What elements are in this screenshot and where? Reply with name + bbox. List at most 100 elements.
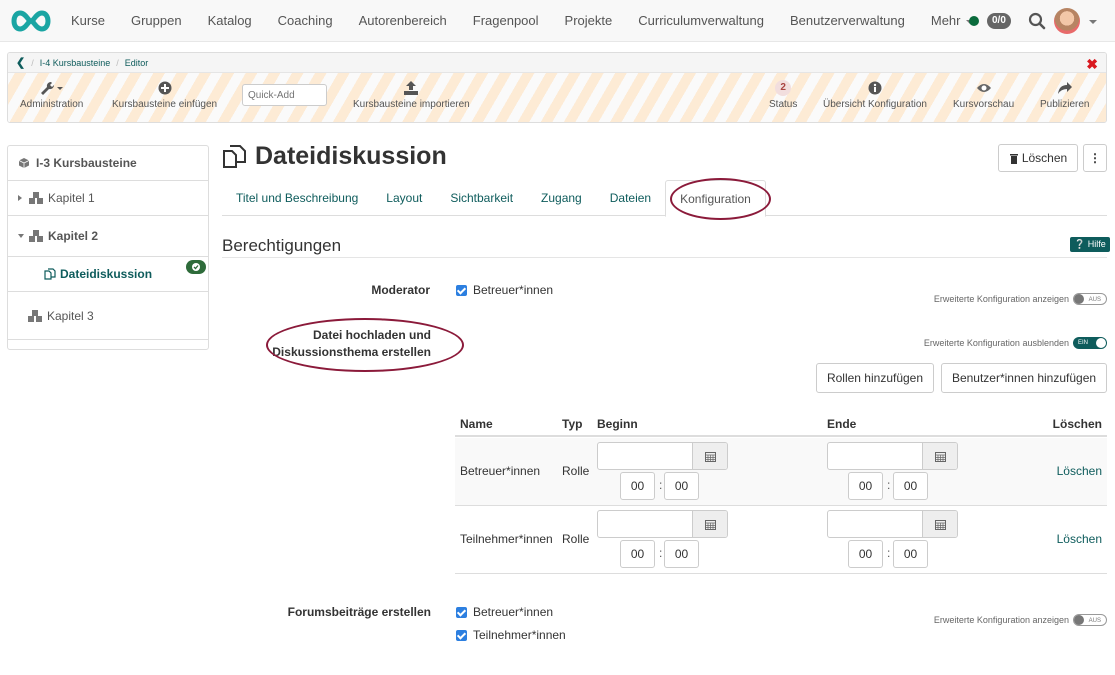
end-minute-input[interactable]: 00 — [893, 472, 928, 500]
avatar[interactable] — [1054, 8, 1080, 34]
upload-label: Datei hochladen und Diskussionsthema ers… — [270, 327, 431, 361]
calendar-icon[interactable] — [922, 511, 957, 537]
caret-down-icon[interactable] — [18, 234, 24, 238]
chat-counter-badge[interactable]: 0/0 — [987, 13, 1011, 29]
tree-root[interactable]: I-3 Kursbausteine — [8, 146, 208, 181]
import-course-elements-button[interactable]: Kursbausteine importieren — [353, 79, 470, 110]
end-date-input[interactable] — [827, 510, 958, 538]
chevron-down-icon[interactable] — [1089, 20, 1097, 24]
end-hour-input[interactable]: 00 — [848, 540, 883, 568]
checkbox-checked[interactable] — [456, 629, 467, 641]
share-arrow-icon — [1057, 82, 1072, 94]
nav-katalog[interactable]: Katalog — [195, 0, 265, 42]
begin-hour-input[interactable]: 00 — [620, 472, 655, 500]
nav-benutzerverwaltung[interactable]: Benutzerverwaltung — [777, 0, 918, 42]
wrench-icon — [40, 81, 63, 95]
tree-item-dateidiskussion[interactable]: Dateidiskussion — [8, 257, 208, 292]
status-label: Status — [769, 99, 798, 110]
breadcrumb-course[interactable]: I-4 Kursbausteine — [40, 58, 111, 68]
online-status-icon[interactable] — [969, 16, 979, 26]
file-discussion-icon — [223, 145, 246, 168]
nav-curriculumverwaltung[interactable]: Curriculumverwaltung — [625, 0, 777, 42]
nav-gruppen[interactable]: Gruppen — [118, 0, 195, 42]
cubes-icon — [28, 309, 42, 322]
close-icon[interactable]: ✖ — [1086, 56, 1098, 73]
toggle-switch-on[interactable]: EIN — [1073, 337, 1107, 349]
time-separator: : — [659, 546, 663, 560]
overview-label: Übersicht Konfiguration — [823, 99, 927, 110]
nav-coaching[interactable]: Coaching — [265, 0, 346, 42]
more-actions-button[interactable]: ⋮ — [1083, 144, 1107, 172]
file-discussion-icon — [44, 268, 56, 280]
toggle-switch-off[interactable]: AUS — [1073, 293, 1107, 305]
time-separator: : — [887, 478, 891, 492]
checkbox-label: Betreuer*innen — [473, 283, 554, 297]
advanced-config-toggle-1[interactable]: Erweiterte Konfiguration anzeigen AUS — [934, 293, 1107, 305]
eye-icon — [976, 84, 991, 92]
header-type: Typ — [562, 417, 583, 431]
breadcrumb-separator: / — [116, 57, 119, 68]
tab-konfiguration[interactable]: Konfiguration — [665, 180, 766, 217]
begin-date-input[interactable] — [597, 442, 728, 470]
calendar-icon[interactable] — [692, 443, 727, 469]
checkbox-checked[interactable] — [456, 606, 467, 618]
delete-label: Löschen — [1021, 151, 1068, 165]
tree-item-kapitel-1[interactable]: Kapitel 1 — [8, 181, 208, 216]
overview-configuration-button[interactable]: Übersicht Konfiguration — [823, 79, 927, 110]
delete-button[interactable]: Löschen — [998, 144, 1078, 172]
quick-add-input[interactable] — [242, 84, 327, 106]
status-button[interactable]: 2 Status — [769, 79, 797, 110]
tab-layout[interactable]: Layout — [372, 180, 436, 215]
tree-item-kapitel-3[interactable]: Kapitel 3 — [8, 292, 208, 340]
forum-checkbox-betreuer[interactable]: Betreuer*innen — [456, 605, 553, 619]
toggle-label: Erweiterte Konfiguration ausblenden — [923, 338, 1069, 348]
nav-kurse[interactable]: Kurse — [58, 0, 118, 42]
import-label: Kursbausteine importieren — [353, 99, 470, 110]
delete-row-link[interactable]: Löschen — [1057, 532, 1102, 546]
begin-hour-input[interactable]: 00 — [620, 540, 655, 568]
publish-button[interactable]: Publizieren — [1040, 79, 1089, 110]
tab-titel-beschreibung[interactable]: Titel und Beschreibung — [222, 180, 372, 215]
end-minute-input[interactable]: 00 — [893, 540, 928, 568]
check-circle-badge-icon — [186, 260, 206, 274]
nav-projekte[interactable]: Projekte — [552, 0, 626, 42]
toggle-switch-off[interactable]: AUS — [1073, 614, 1107, 626]
begin-date-input[interactable] — [597, 510, 728, 538]
nav-autorenbereich[interactable]: Autorenbereich — [346, 0, 460, 42]
tab-sichtbarkeit[interactable]: Sichtbarkeit — [436, 180, 527, 215]
calendar-icon[interactable] — [692, 511, 727, 537]
caret-right-icon[interactable] — [18, 195, 22, 201]
tab-zugang[interactable]: Zugang — [527, 180, 596, 215]
moderator-checkbox-betreuer[interactable]: Betreuer*innen — [456, 283, 553, 297]
begin-minute-input[interactable]: 00 — [664, 472, 699, 500]
end-date-input[interactable] — [827, 442, 958, 470]
nav-fragenpool[interactable]: Fragenpool — [460, 0, 552, 42]
logo-icon[interactable] — [8, 9, 54, 33]
forum-checkbox-teilnehmer[interactable]: Teilnehmer*innen — [456, 628, 566, 642]
help-button[interactable]: ❔ Hilfe — [1070, 237, 1110, 252]
add-users-button[interactable]: Benutzer*innen hinzufügen — [941, 363, 1107, 393]
cube-icon — [18, 158, 30, 168]
publish-label: Publizieren — [1040, 99, 1090, 110]
section-title: Berechtigungen — [222, 236, 1107, 258]
delete-row-link[interactable]: Löschen — [1057, 464, 1102, 478]
add-roles-button[interactable]: Rollen hinzufügen — [816, 363, 934, 393]
forum-posts-label: Forumsbeiträge erstellen — [287, 605, 431, 619]
administration-button[interactable]: Administration — [20, 79, 83, 110]
checkbox-checked[interactable] — [456, 284, 467, 296]
breadcrumb: ❮ / I-4 Kursbausteine / Editor — [8, 53, 1106, 73]
tab-dateien[interactable]: Dateien — [596, 180, 665, 215]
advanced-config-toggle-3[interactable]: Erweiterte Konfiguration anzeigen AUS — [934, 614, 1107, 626]
header-name: Name — [460, 417, 493, 431]
calendar-icon[interactable] — [922, 443, 957, 469]
advanced-config-toggle-2[interactable]: Erweiterte Konfiguration ausblenden EIN — [924, 337, 1107, 349]
begin-minute-input[interactable]: 00 — [664, 540, 699, 568]
tree-item-kapitel-2[interactable]: Kapitel 2 — [8, 216, 208, 257]
course-preview-button[interactable]: Kursvorschau — [953, 79, 1014, 110]
end-hour-input[interactable]: 00 — [848, 472, 883, 500]
search-icon[interactable] — [1028, 12, 1046, 30]
insert-course-elements-button[interactable]: Kursbausteine einfügen — [112, 79, 217, 110]
breadcrumb-editor[interactable]: Editor — [125, 58, 149, 68]
administration-label: Administration — [20, 99, 84, 110]
back-chevron-icon[interactable]: ❮ — [16, 56, 25, 69]
